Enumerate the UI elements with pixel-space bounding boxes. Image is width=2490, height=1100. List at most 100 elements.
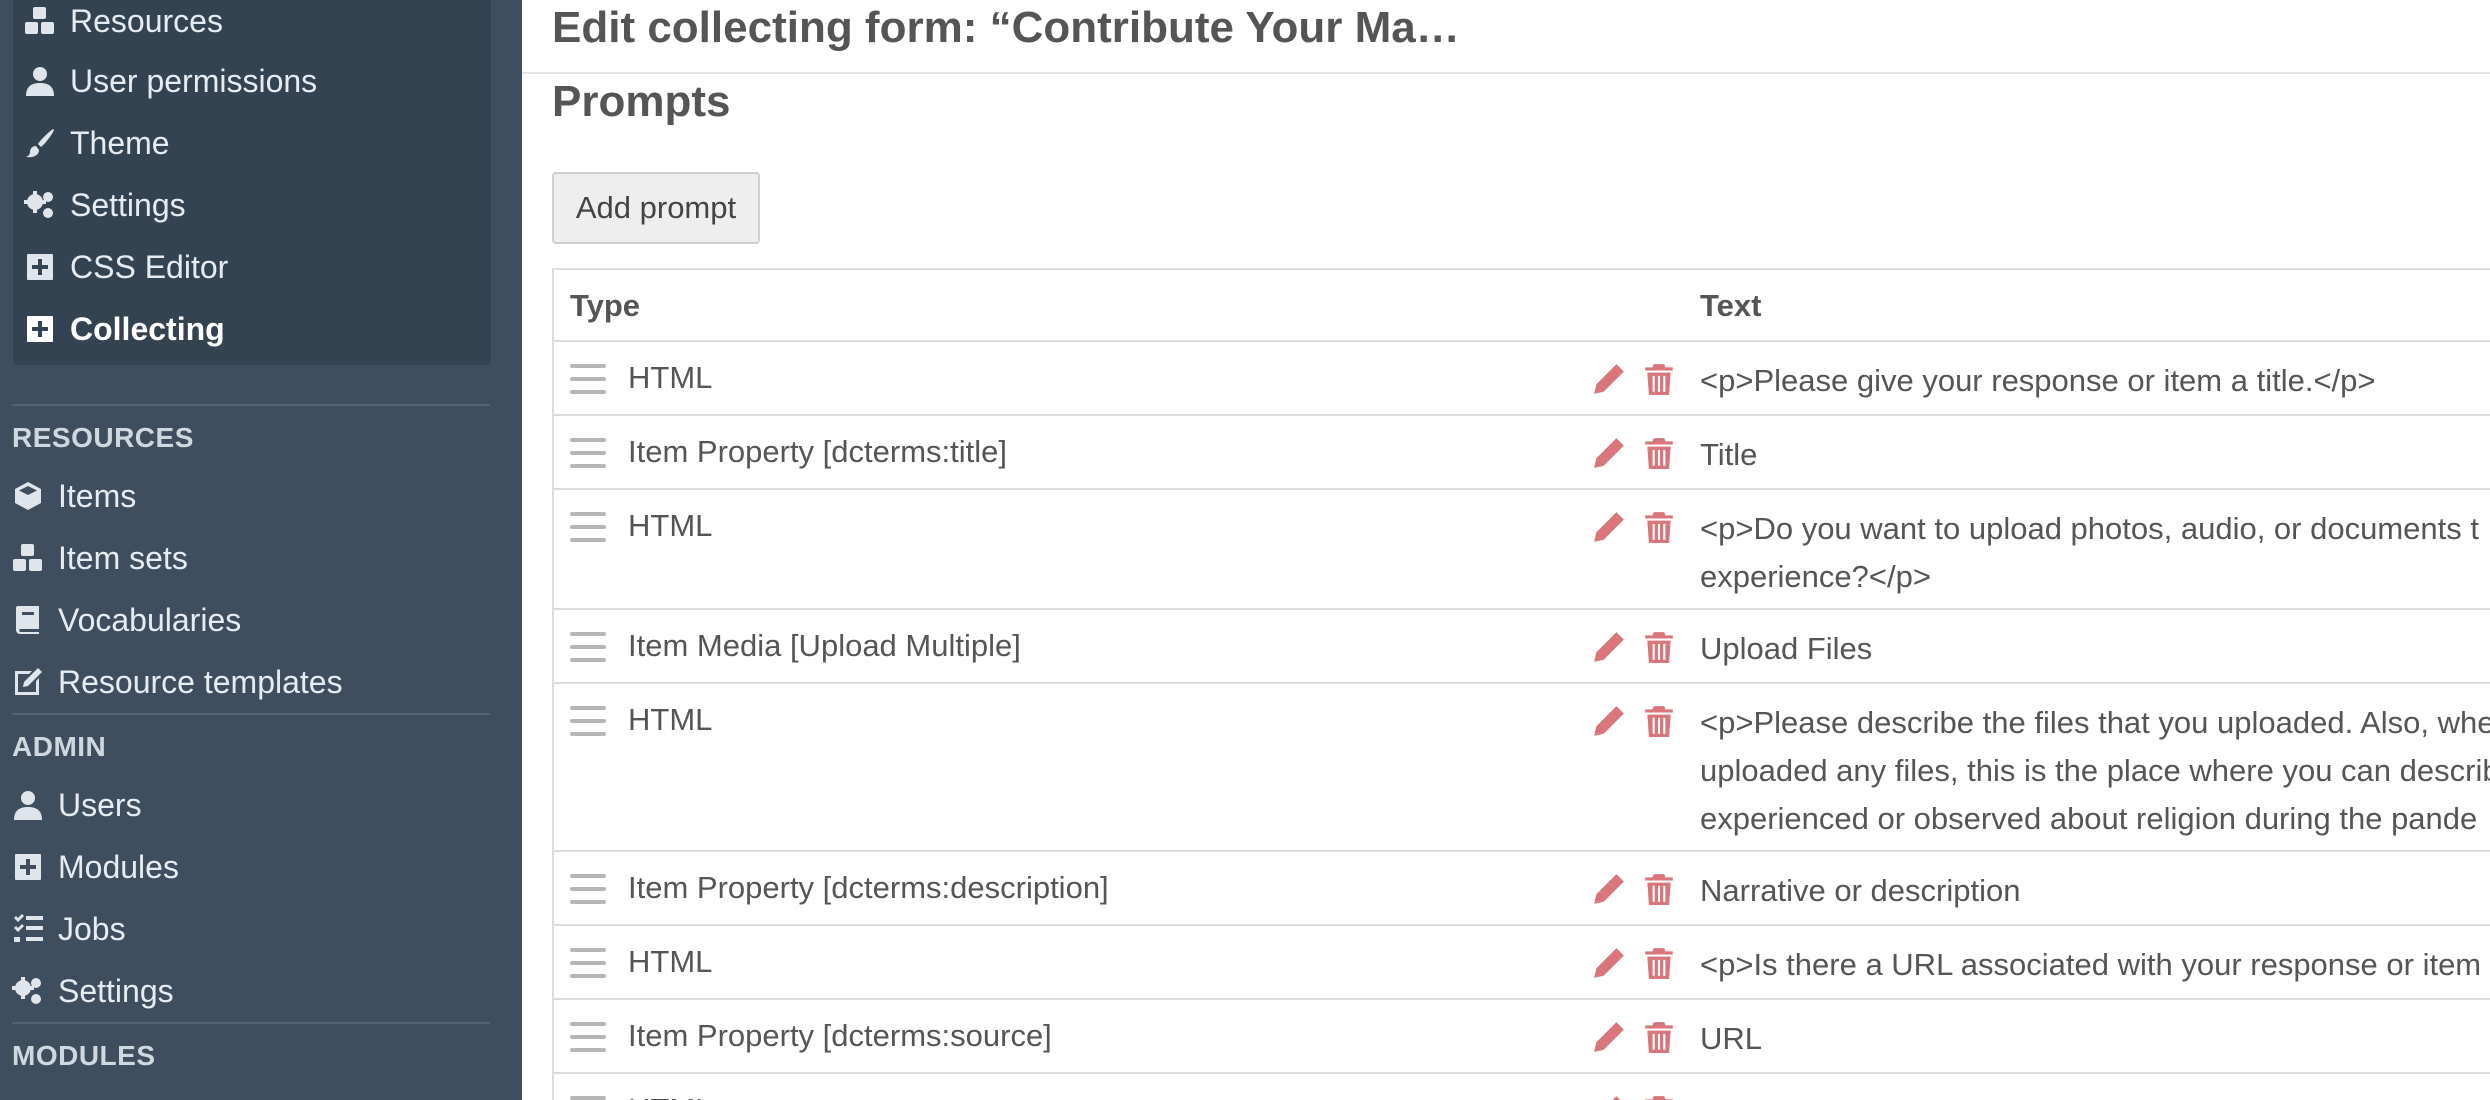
tasks-icon — [12, 913, 44, 945]
prompt-type: Item Property [dcterms:source] — [628, 1018, 1052, 1053]
nav-item-label: Custom Vocab — [58, 1096, 266, 1100]
trash-icon[interactable] — [1642, 630, 1676, 664]
drag-handle-icon[interactable] — [570, 632, 606, 662]
pencil-icon[interactable] — [1592, 436, 1626, 470]
row-actions — [1592, 946, 1692, 980]
user-icon — [12, 789, 44, 821]
nav-item-label: CSS Editor — [70, 248, 229, 285]
prompt-type: HTML — [628, 360, 713, 395]
nav-item-resource-templates[interactable]: Resource templates — [12, 654, 343, 710]
prompt-type: HTML — [628, 1074, 712, 1100]
user-icon — [24, 65, 56, 97]
sidebar: Resources User permissions Theme Settings CS… — [0, 0, 522, 1100]
prompt-text: <p>Provide information about your contri… — [1700, 1089, 2490, 1100]
nav-item-label: Items — [58, 477, 137, 514]
prompt-text: URL — [1700, 1015, 2490, 1063]
nav-item-label: User permissions — [70, 62, 318, 99]
nav-item-css-editor[interactable]: CSS Editor — [24, 239, 228, 295]
pencil-icon[interactable] — [1592, 362, 1626, 396]
nav-item-settings[interactable]: Settings — [24, 177, 186, 233]
table-row: HTML <p>Please describe the files that yo… — [554, 684, 2490, 852]
trash-icon[interactable] — [1642, 436, 1676, 470]
cubes-icon — [24, 5, 56, 37]
prompt-text-line: Upload Files — [1700, 631, 1873, 666]
drag-handle-icon[interactable] — [570, 1096, 606, 1100]
table-row: HTML <p>Provide information about your co… — [554, 1074, 2490, 1100]
table-row: Item Media [Upload Multiple] Upload Files — [554, 610, 2490, 684]
prompt-text-line: experienced or observed about religion d… — [1700, 801, 2478, 836]
nav-item-items[interactable]: Items — [12, 468, 136, 524]
nav-item-label: Theme — [70, 124, 170, 161]
nav-item-custom-vocab[interactable]: Custom Vocab — [12, 1086, 266, 1100]
prompt-text: Title — [1700, 431, 2490, 479]
nav-item-resources[interactable]: Resources — [24, 0, 223, 49]
pencil-icon[interactable] — [1592, 510, 1626, 544]
trash-icon[interactable] — [1642, 872, 1676, 906]
cogs-icon — [24, 189, 56, 221]
prompt-type: Item Property [dcterms:description] — [628, 870, 1109, 905]
prompt-type: HTML — [628, 702, 713, 737]
row-actions — [1592, 510, 1692, 544]
trash-icon[interactable] — [1642, 946, 1676, 980]
pencil-icon[interactable] — [1592, 630, 1626, 664]
prompt-type: Item Media [Upload Multiple] — [628, 628, 1021, 663]
drag-handle-icon[interactable] — [570, 706, 606, 736]
sidebar-divider — [12, 404, 490, 406]
pencil-icon[interactable] — [1592, 1094, 1626, 1100]
drag-handle-icon[interactable] — [570, 874, 606, 904]
table-row: Item Property [dcterms:title] Title — [554, 416, 2490, 490]
nav-item-settings[interactable]: Settings — [12, 963, 174, 1019]
book-icon — [12, 604, 44, 636]
trash-icon[interactable] — [1642, 1020, 1676, 1054]
nav-item-collecting[interactable]: Collecting — [24, 301, 225, 357]
nav-item-label: Modules — [58, 848, 179, 885]
prompt-text-line: URL — [1700, 1021, 1763, 1056]
section-heading-admin: ADMIN — [12, 731, 107, 762]
pencil-icon[interactable] — [1592, 704, 1626, 738]
nav-item-label: Users — [58, 786, 142, 823]
nav-item-label: Collecting — [70, 310, 225, 347]
nav-item-modules[interactable]: Modules — [12, 839, 179, 895]
nav-item-item-sets[interactable]: Item sets — [12, 530, 188, 586]
drag-handle-icon[interactable] — [570, 364, 606, 394]
prompt-text-line: <p>Please give your response or item a t… — [1700, 363, 2376, 398]
trash-icon[interactable] — [1642, 1094, 1676, 1100]
prompt-text-line: <p>Provide information about your contri… — [1700, 1089, 2490, 1100]
main-content: Edit collecting form: “Contribute Your M… — [522, 0, 2490, 1100]
table-row: Item Property [dcterms:source] URL — [554, 1000, 2490, 1074]
nav-item-theme[interactable]: Theme — [24, 115, 170, 171]
plus-square-icon — [24, 313, 56, 345]
row-actions — [1592, 872, 1692, 906]
pencil-icon[interactable] — [1592, 872, 1626, 906]
column-header-text: Text — [1700, 288, 1762, 323]
row-actions — [1592, 436, 1692, 470]
prompts-table: Type Text HTML <p>Please give your respon… — [552, 268, 2490, 1100]
trash-icon[interactable] — [1642, 704, 1676, 738]
paintbrush-icon — [24, 127, 56, 159]
drag-handle-icon[interactable] — [570, 948, 606, 978]
prompt-text: <p>Please give your response or item a t… — [1700, 357, 2490, 405]
row-actions — [1592, 362, 1692, 396]
section-title: Prompts — [552, 77, 731, 126]
nav-item-label: Settings — [58, 972, 174, 1009]
add-prompt-button[interactable]: Add prompt — [552, 172, 760, 244]
pencil-icon[interactable] — [1592, 946, 1626, 980]
nav-item-label: Item sets — [58, 539, 188, 576]
drag-handle-icon[interactable] — [570, 1022, 606, 1052]
drag-handle-icon[interactable] — [570, 438, 606, 468]
drag-handle-icon[interactable] — [570, 512, 606, 542]
nav-item-vocabularies[interactable]: Vocabularies — [12, 592, 241, 648]
nav-item-user-permissions[interactable]: User permissions — [24, 53, 317, 109]
trash-icon[interactable] — [1642, 510, 1676, 544]
edit-icon — [12, 666, 44, 698]
section-heading-resources: RESOURCES — [12, 422, 194, 453]
plus-square-icon — [12, 851, 44, 883]
pencil-icon[interactable] — [1592, 1020, 1626, 1054]
cogs-icon — [12, 975, 44, 1007]
nav-item-users[interactable]: Users — [12, 777, 142, 833]
table-row: Item Property [dcterms:description] Narra… — [554, 852, 2490, 926]
nav-item-label: Vocabularies — [58, 601, 242, 638]
section-heading-modules: MODULES — [12, 1040, 156, 1071]
nav-item-jobs[interactable]: Jobs — [12, 901, 126, 957]
trash-icon[interactable] — [1642, 362, 1676, 396]
